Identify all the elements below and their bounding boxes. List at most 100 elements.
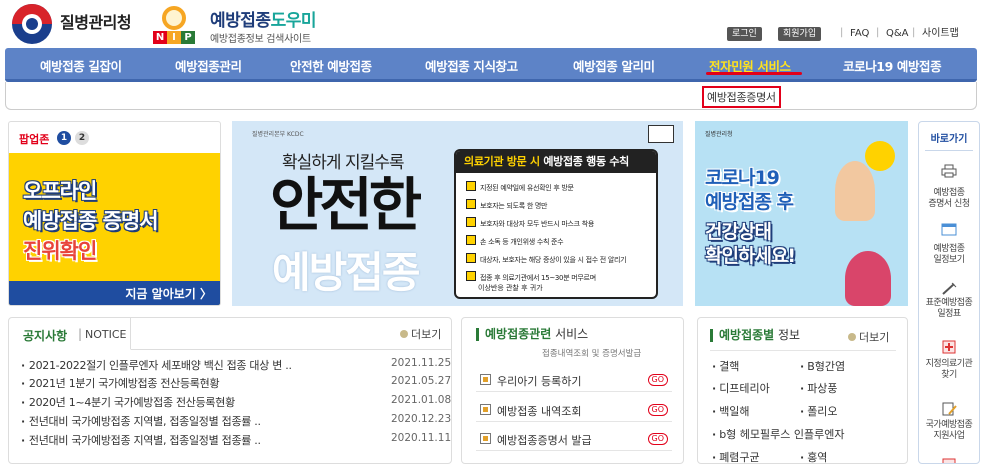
notice-row[interactable]: 2020년 1~4분기 국가예방접종 전산등록현황 2021.01.08	[21, 394, 451, 410]
service-label: 우리아기 등록하기	[497, 375, 582, 388]
vaccine-info-title: 예방접종별 정보	[710, 329, 800, 342]
document-icon	[480, 433, 491, 444]
notice-row[interactable]: 전년대비 국가예방접종 지역별, 접종일정별 접종률 .. 2020.12.23	[21, 413, 451, 429]
nip-sun-icon	[162, 6, 186, 30]
brand-main: 예방접종	[210, 11, 271, 31]
quick-links-title: 바로가기	[930, 134, 968, 145]
util-separator: |	[876, 27, 880, 38]
history-lookup-link[interactable]: 예방접종 내역조회 GO	[476, 400, 672, 422]
register-baby-link[interactable]: 우리아기 등록하기 GO	[476, 370, 672, 392]
quick-links-panel: 바로가기 예방접종 증명서 신청 예방접종 일정보기 표준예방접종 일정표 지정의료기…	[918, 121, 980, 464]
conduct-rule: 보호자는 되도록 한 명만	[466, 199, 547, 211]
printer-icon	[941, 164, 957, 178]
popup-line-verification: 진위확인	[23, 239, 97, 263]
sitemap-link[interactable]: 사이트맵	[922, 27, 959, 41]
notice-tab-subtitle: NOTICE	[85, 328, 127, 341]
nav-item-covid19-vaccination[interactable]: 코로나19 예방접종	[843, 56, 942, 75]
popup-zone: 팝업존 1 2 오프라인 예방접종 증명서 진위확인 지금 알아보기 〉	[8, 121, 221, 306]
go-button[interactable]: GO	[647, 374, 668, 386]
notice-row[interactable]: 2021년 1분기 국가예방접종 전산등록현황 2021.05.27	[21, 375, 451, 391]
subnav-vaccination-certificate[interactable]: 예방접종증명서	[702, 86, 781, 108]
go-button[interactable]: GO	[647, 404, 668, 416]
conduct-rule: 접종 후 의료기관에서 15~30분 머무르며	[466, 271, 596, 283]
kdca-logo[interactable]	[12, 4, 52, 44]
signup-button[interactable]: 회원가입	[778, 27, 822, 41]
conduct-rule: 손 소독 등 개인위생 수칙 준수	[466, 235, 564, 247]
calendar-icon	[941, 223, 957, 236]
popup-zone-title: 팝업존	[19, 133, 50, 146]
vaccine-info-box: 예방접종별 정보 더보기 결핵 B형간염 디프테리아 파상풍 백일해 폴리오 b…	[697, 317, 908, 464]
hospital-icon	[942, 340, 956, 354]
document-pen-icon	[942, 402, 957, 416]
calendar-icon	[648, 125, 674, 143]
quick-standard-schedule[interactable]: 표준예방접종 일정표	[919, 298, 979, 320]
notice-more-link[interactable]: 더보기	[400, 326, 441, 342]
banner-headline-2: 예방접종	[272, 248, 421, 297]
vaccine-info-title-rest: 정보	[774, 328, 801, 342]
patient-illustration	[845, 251, 891, 306]
vaccine-item[interactable]: 폴리오	[800, 403, 837, 419]
kdca-banner-logo: 질병관리청	[705, 131, 733, 138]
notice-tab[interactable]: 공지사항 | NOTICE	[9, 318, 131, 350]
vaccine-item[interactable]: 파상풍	[800, 380, 837, 396]
medical-bag-icon	[942, 458, 956, 463]
vaccine-item[interactable]: 폐렴구균	[712, 449, 759, 465]
popup-learn-more-button[interactable]: 지금 알아보기 〉	[9, 281, 220, 305]
vaccine-item[interactable]: 결핵	[712, 358, 739, 374]
document-icon	[480, 404, 491, 415]
popup-page-1-button[interactable]: 1	[57, 131, 71, 145]
banner-health-status: 건강상태	[705, 221, 772, 243]
nav-item-safe-vaccination[interactable]: 안전한 예방접종	[290, 56, 372, 75]
conduct-rule: 지정된 예약일에 유선확인 후 방문	[466, 181, 574, 193]
vaccination-service-box: 예방접종관련 서비스 접종내역조회 및 증명서발급 우리아기 등록하기 GO 예방…	[461, 317, 684, 464]
vaccine-info-more-link[interactable]: 더보기	[848, 329, 889, 345]
document-icon	[480, 374, 491, 385]
certificate-issue-link[interactable]: 예방접종증명서 발급 GO	[476, 429, 672, 451]
banner-check-it: 확인하세요!	[705, 245, 796, 267]
vaccine-item[interactable]: 디프테리아	[712, 380, 770, 396]
quick-label-line1: 예방접종	[933, 244, 965, 254]
service-title: 예방접종관련 서비스	[476, 328, 588, 341]
popup-banner[interactable]: 오프라인 예방접종 증명서 진위확인 지금 알아보기 〉	[9, 153, 220, 305]
popup-line-certificate: 예방접종 증명서	[23, 209, 159, 233]
vaccine-item[interactable]: b형 헤모필루스 인플루엔자	[712, 426, 844, 442]
nav-item-knowledge-base[interactable]: 예방접종 지식창고	[425, 56, 518, 75]
quick-label-line1: 국가예방접종	[925, 420, 973, 430]
nav-item-notifications[interactable]: 예방접종 알리미	[573, 56, 655, 75]
org-name[interactable]: 질병관리청	[60, 9, 132, 33]
nip-letter-p: P	[181, 31, 195, 44]
qna-link[interactable]: Q&A	[886, 27, 909, 41]
active-nav-underline	[706, 72, 802, 75]
quick-certificate-request[interactable]: 예방접종 증명서 신청	[919, 188, 979, 210]
quick-national-program[interactable]: 국가예방접종 지원사업	[919, 420, 979, 442]
kdca-logo-swirl-inner	[26, 18, 38, 30]
conduct-rules-panel: 의료기관 방문 시 예방접종 행동 수칙 지정된 예약일에 유선확인 후 방문 …	[454, 149, 658, 299]
conduct-rules-title: 의료기관 방문 시 예방접종 행동 수칙	[456, 151, 656, 173]
nav-item-vaccination-guide[interactable]: 예방접종 길잡이	[40, 56, 122, 75]
kcdc-logo-text: 질병관리본부 KCDC	[252, 131, 304, 138]
conduct-rule: 보호자와 대상자 모두 반드시 마스크 착용	[466, 217, 594, 229]
go-button[interactable]: GO	[647, 433, 668, 445]
nav-item-vaccination-management[interactable]: 예방접종관리	[175, 56, 242, 75]
quick-schedule-view[interactable]: 예방접종 일정보기	[919, 244, 979, 266]
nip-logo[interactable]: NIP	[150, 4, 198, 44]
safe-vaccination-banner[interactable]: 질병관리본부 KCDC 확실하게 지킬수록 안전한 예방접종 의료기관 방문 시…	[232, 121, 683, 306]
service-label: 예방접종 내역조회	[497, 405, 582, 418]
nip-letters: NIP	[153, 30, 195, 44]
vaccine-item[interactable]: 홍역	[800, 449, 827, 465]
login-button[interactable]: 로그인	[727, 27, 762, 41]
brand-title[interactable]: 예방접종도우미	[210, 6, 316, 31]
notice-row[interactable]: 전년대비 국가예방접종 지역별, 접종일정별 접종률 .. 2020.11.11	[21, 432, 451, 448]
nurse-illustration	[835, 161, 875, 221]
quick-find-clinic[interactable]: 지정의료기관 찾기	[919, 359, 979, 381]
popup-page-2-button[interactable]: 2	[75, 131, 89, 145]
banner-headline: 안전한	[270, 171, 422, 239]
notice-row[interactable]: 2021-2022절기 인플루엔자 세포배양 백신 접종 대상 변 .. 2021…	[21, 357, 451, 373]
faq-link[interactable]: FAQ	[850, 27, 869, 41]
divider	[710, 350, 896, 351]
covid19-health-check-banner[interactable]: 질병관리청 코로나19 예방접종 후 건강상태 확인하세요!	[695, 121, 908, 306]
notice-title: 2021년 1분기 국가예방접종 전산등록현황	[21, 375, 220, 391]
notice-date: 2021.01.08	[391, 394, 452, 406]
vaccine-item[interactable]: 백일해	[712, 403, 749, 419]
vaccine-item[interactable]: B형간염	[800, 358, 845, 374]
